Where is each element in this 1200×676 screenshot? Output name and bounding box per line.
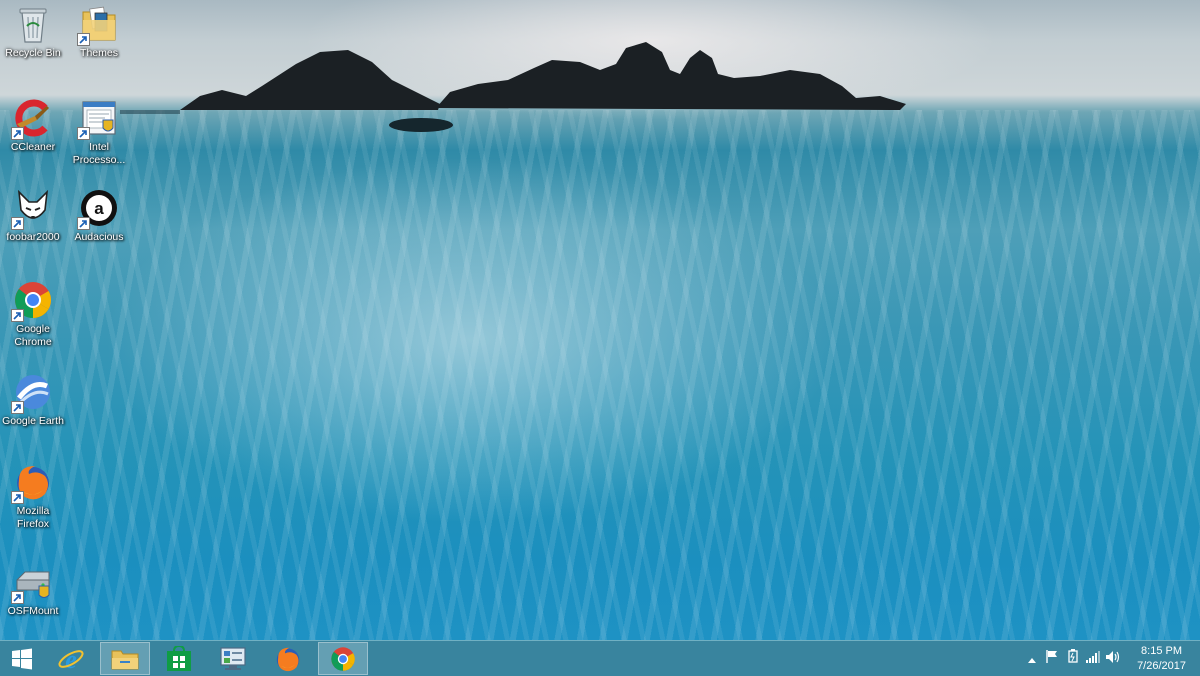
osfmount-icon [11, 562, 53, 604]
recycle-bin-icon [13, 4, 53, 44]
desktop-icon-label: OSFMount [7, 605, 59, 617]
internet-explorer-icon: e [58, 645, 84, 673]
shortcut-arrow-icon [77, 217, 90, 230]
taskbar-chrome[interactable] [318, 642, 368, 675]
svg-text:a: a [94, 199, 104, 218]
google-chrome-icon [11, 280, 53, 322]
desktop-icon-google-earth[interactable]: Google Earth [0, 372, 66, 428]
desktop-icon-intel-processor[interactable]: Intel Processo... [66, 98, 132, 167]
taskbar-firefox[interactable] [263, 642, 313, 675]
desktop-icon-label: Recycle Bin [5, 47, 61, 59]
shortcut-arrow-icon [11, 217, 24, 230]
clock-date: 7/26/2017 [1137, 660, 1186, 672]
intel-processor-icon [77, 98, 119, 140]
windows-logo-icon [12, 648, 32, 669]
file-explorer-icon [111, 650, 139, 669]
desktop-icon-mozilla-firefox[interactable]: Mozilla Firefox [0, 462, 66, 531]
desktop-icon-ccleaner[interactable]: CCleaner [0, 98, 66, 154]
desktop-icon-recycle-bin[interactable]: Recycle Bin [0, 4, 66, 60]
taskbar-file-explorer[interactable] [100, 642, 150, 675]
desktop-icon-label: Google Earth [2, 415, 64, 427]
shortcut-arrow-icon [11, 309, 24, 322]
store-icon [167, 645, 191, 671]
firefox-icon [276, 647, 300, 671]
show-hidden-icons-chevron[interactable] [1026, 650, 1038, 668]
shortcut-arrow-icon [11, 401, 24, 414]
rock-silhouettes [120, 42, 906, 132]
shortcut-arrow-icon [11, 491, 24, 504]
taskbar-control-panel[interactable] [208, 642, 258, 675]
shortcut-arrow-icon [11, 127, 24, 140]
shortcut-arrow-icon [11, 591, 24, 604]
desktop-wallpaper [0, 0, 1200, 640]
desktop-icon-label: Themes [80, 47, 118, 59]
desktop-icon-label: Google Chrome [14, 323, 52, 348]
desktop-icon-foobar2000[interactable]: foobar2000 [0, 188, 66, 244]
shortcut-arrow-icon [77, 33, 90, 46]
desktop-icon-themes[interactable]: Themes [66, 4, 132, 60]
ccleaner-icon [11, 98, 53, 140]
control-panel-icon [220, 646, 246, 670]
action-center-flag-icon[interactable] [1046, 649, 1066, 668]
volume-icon[interactable] [1106, 650, 1126, 668]
google-earth-icon [11, 372, 53, 414]
taskbar: e 8:15 PM 7/26/2017 [0, 640, 1200, 676]
desktop-icon-label: Mozilla Firefox [16, 505, 50, 530]
shortcut-arrow-icon [77, 127, 90, 140]
desktop-icon-label: Intel Processo... [72, 141, 126, 166]
taskbar-clock[interactable]: 8:15 PM 7/26/2017 [1137, 644, 1186, 674]
mozilla-firefox-icon [11, 462, 53, 504]
desktop-icon-audacious[interactable]: a Audacious [66, 188, 132, 244]
themes-folder-icon [77, 4, 119, 46]
network-signal-icon[interactable] [1086, 650, 1106, 668]
system-tray [1026, 641, 1126, 676]
desktop-icon-label: Audacious [74, 231, 124, 243]
water-streaks [0, 110, 1200, 640]
chrome-icon [331, 646, 355, 671]
clock-time: 8:15 PM [1141, 645, 1183, 657]
desktop-icon-label: CCleaner [10, 141, 56, 153]
foobar2000-icon [11, 188, 53, 230]
power-battery-icon[interactable] [1066, 649, 1086, 668]
svg-text:e: e [65, 645, 77, 673]
taskbar-store[interactable] [154, 642, 204, 675]
desktop-icon-google-chrome[interactable]: Google Chrome [0, 280, 66, 349]
desktop-icon-label: foobar2000 [6, 231, 60, 243]
start-button[interactable] [0, 642, 44, 675]
audacious-icon: a [77, 188, 119, 230]
desktop-icon-osfmount[interactable]: OSFMount [0, 562, 66, 618]
taskbar-internet-explorer[interactable]: e [46, 642, 96, 675]
